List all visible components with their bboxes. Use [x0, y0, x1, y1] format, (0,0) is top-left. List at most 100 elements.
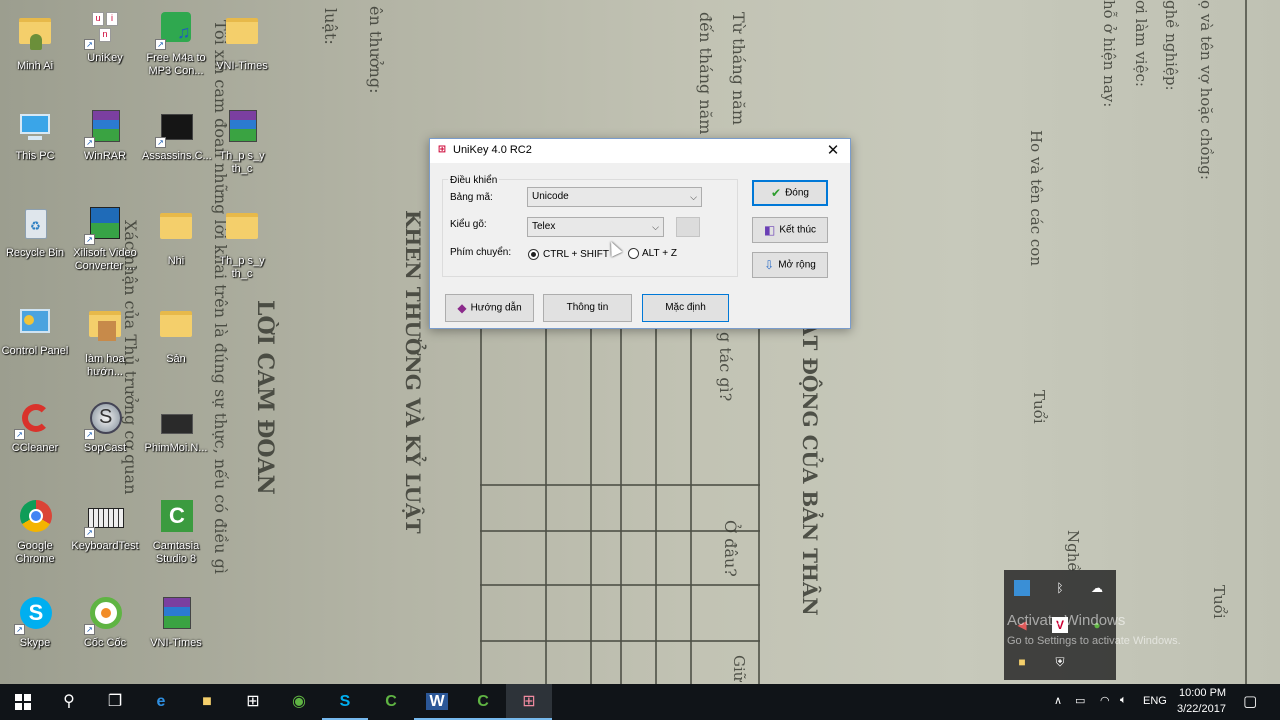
- bluetooth-icon[interactable]: ᛒ: [1052, 580, 1068, 596]
- shortcut-arrow-icon: ↗: [14, 429, 25, 440]
- desktop-icon-label: Skype: [19, 637, 51, 649]
- desktop-icon-unikey[interactable]: u i n ↗ UniKey: [71, 10, 139, 65]
- info-button[interactable]: Thông tin: [543, 294, 632, 322]
- desktop-icon-lam-hoa-huong[interactable]: làm hoa hướn...: [71, 303, 139, 379]
- ccleaner-icon: ↗: [14, 400, 54, 440]
- winrar-archive-icon: [157, 595, 195, 633]
- taskbar-word[interactable]: W: [414, 684, 460, 720]
- unikey-icon: u i n ↗: [84, 10, 124, 50]
- exit-button[interactable]: ◧ Kết thúc: [752, 217, 828, 243]
- wallpaper-text: ên thưởng:: [366, 6, 385, 94]
- unikey-dialog: ⊞ UniKey 4.0 RC2 ✕ Điều khiển Bảng mã: U…: [429, 138, 851, 329]
- recycle-bin-icon: ♻: [16, 205, 54, 243]
- desktop-icon-thap-su-y-thuc-folder[interactable]: Th_p s_y th_c: [208, 205, 276, 281]
- wifi-icon[interactable]: ◠: [1100, 694, 1110, 707]
- desktop-icon-keyboardtest[interactable]: ↗ KeyboardTest: [71, 498, 139, 553]
- desktop-icon-label: VNI-Times: [150, 637, 202, 649]
- desktop-icon-control-panel[interactable]: Control Panel: [1, 303, 69, 358]
- taskbar-camtasia[interactable]: C: [368, 684, 414, 720]
- shortcut-arrow-icon: ↗: [84, 624, 95, 635]
- notification-center-icon[interactable]: ▢: [1243, 692, 1257, 710]
- dialog-titlebar[interactable]: ⊞ UniKey 4.0 RC2 ✕: [430, 139, 850, 163]
- desktop-icon-label: Sản: [166, 353, 186, 365]
- taskbar-edge[interactable]: e: [138, 684, 184, 720]
- shield-icon[interactable]: ⛨: [1052, 654, 1068, 670]
- desktop-icon-google-chrome[interactable]: Google Chrome: [1, 498, 69, 566]
- desktop-icon-free-m4a-to-mp3[interactable]: ♫ ↗ Free M4a to MP3 Con...: [142, 10, 210, 78]
- folder-icon: [160, 213, 192, 239]
- taskbar-store[interactable]: ⊞: [230, 684, 276, 720]
- desktop-icon-label: CCleaner: [11, 442, 59, 454]
- camtasia-icon: C: [157, 498, 195, 536]
- desktop-icon-xilisoft-video-converter[interactable]: ↗ Xilisoft Video Converter ...: [71, 205, 139, 273]
- default-button[interactable]: Mặc định: [642, 294, 729, 322]
- desktop-icon-camtasia[interactable]: C Camtasia Studio 8: [142, 498, 210, 566]
- search-button[interactable]: ⚲: [46, 684, 92, 720]
- desktop-icon-label: Th_p s_y th_c: [219, 255, 265, 280]
- taskbar-skype[interactable]: S: [322, 684, 368, 720]
- taskbar-file-explorer[interactable]: ■: [184, 684, 230, 720]
- clock-date[interactable]: 3/22/2017: [1177, 703, 1226, 715]
- document-folder-icon: [226, 213, 258, 239]
- desktop-icon-vni-times[interactable]: VNI-Times: [208, 10, 276, 73]
- battery-icon[interactable]: ▭: [1075, 694, 1085, 707]
- desktop-icon-label: PhimMoi.N...: [144, 442, 208, 454]
- desktop-icon-winrar[interactable]: ↗ WinRAR: [71, 108, 139, 163]
- checkmark-icon: ✔: [771, 186, 782, 200]
- folder-tray-icon[interactable]: ■: [1014, 654, 1030, 670]
- activate-windows-title: Activate Windows: [1007, 612, 1126, 629]
- close-button[interactable]: ✔ Đóng: [752, 180, 828, 206]
- encoding-select[interactable]: Unicode ⌵: [527, 187, 702, 207]
- show-hidden-icons-chevron[interactable]: ∧: [1054, 694, 1062, 707]
- input-method-options-button[interactable]: [676, 217, 700, 237]
- desktop-icon-label: Recycle Bin: [5, 247, 65, 259]
- expand-button[interactable]: ⇩ Mở rộng: [752, 252, 828, 278]
- skype-icon: S ↗: [14, 595, 54, 635]
- desktop-icon-minh-ai[interactable]: Minh Ai: [1, 10, 69, 73]
- desktop-icon-label: Assassins.C...: [142, 150, 212, 162]
- wallpaper-text: LỜI CAM ĐOAN: [252, 300, 278, 495]
- desktop-icon-nhi[interactable]: Nhi: [142, 205, 210, 268]
- arrow-down-icon: ⇩: [764, 258, 775, 272]
- desktop-icon-assassins-creed[interactable]: ↗ Assassins.C...: [142, 108, 212, 163]
- wallpaper-text: Tôi xin cam đoan những lời khai trên là …: [211, 20, 230, 575]
- coccoc-icon: ↗: [84, 595, 124, 635]
- wallpaper-text: ghề nghiệp:: [1162, 0, 1180, 91]
- input-method-label: Kiểu gõ:: [450, 219, 487, 230]
- info-button-label: Thông tin: [566, 302, 609, 313]
- start-button[interactable]: [0, 684, 46, 720]
- taskbar-coccoc[interactable]: ◉: [276, 684, 322, 720]
- network-status-icon[interactable]: [1014, 580, 1030, 596]
- desktop-icon-san[interactable]: Sản: [142, 303, 210, 366]
- cloud-icon[interactable]: ☁: [1089, 580, 1105, 596]
- edge-icon: e: [156, 693, 166, 710]
- volume-icon[interactable]: 🔈︎: [1120, 694, 1127, 707]
- store-icon: ⊞: [246, 693, 260, 710]
- close-icon[interactable]: ✕: [820, 140, 846, 162]
- language-indicator[interactable]: ENG: [1143, 695, 1167, 707]
- desktop-icon-thap-su-y-thuc-archive[interactable]: Th_p s_y th_c: [208, 108, 276, 176]
- radio-alt-z[interactable]: [628, 248, 639, 259]
- task-view-button[interactable]: ❐: [92, 684, 138, 720]
- desktop-icon-recycle-bin[interactable]: ♻ Recycle Bin: [1, 205, 69, 260]
- desktop-icon-coc-coc[interactable]: ↗ Cốc Cốc: [71, 595, 139, 650]
- clock-time[interactable]: 10:00 PM: [1179, 687, 1226, 699]
- desktop-icon-label: Google Chrome: [15, 540, 55, 565]
- desktop-icon-vni-times-archive[interactable]: VNI-Times: [142, 595, 210, 650]
- wallpaper-text: KHEN THƯỞNG VÀ KỶ LUẬT: [401, 210, 425, 534]
- taskbar-camtasia-recorder[interactable]: C: [460, 684, 506, 720]
- desktop-icon-skype[interactable]: S ↗ Skype: [1, 595, 69, 650]
- desktop-icon-this-pc[interactable]: This PC: [1, 108, 69, 163]
- taskbar: ⚲ ❐ e ■ ⊞ ◉ S C W C ⊞ ∧ ▭ ◠ 🔈︎ ENG 10:00…: [0, 684, 1280, 720]
- desktop-icon-ccleaner[interactable]: ↗ CCleaner: [1, 400, 69, 455]
- wallpaper-text: Tuổi: [1210, 585, 1228, 619]
- desktop-icon-sopcast[interactable]: S ↗ SopCast: [71, 400, 139, 455]
- coccoc-icon: ◉: [292, 693, 306, 710]
- taskbar-unikey[interactable]: ⊞: [506, 684, 552, 720]
- desktop-icon-phimmoi[interactable]: PhimMoi.N...: [142, 400, 210, 455]
- radio-ctrl-shift[interactable]: [528, 249, 539, 260]
- desktop-icon-label: Free M4a to MP3 Con...: [146, 52, 206, 77]
- exit-icon: ◧: [763, 223, 776, 237]
- help-button[interactable]: ◆ Hướng dẫn: [445, 294, 534, 322]
- input-method-select[interactable]: Telex ⌵: [527, 217, 664, 237]
